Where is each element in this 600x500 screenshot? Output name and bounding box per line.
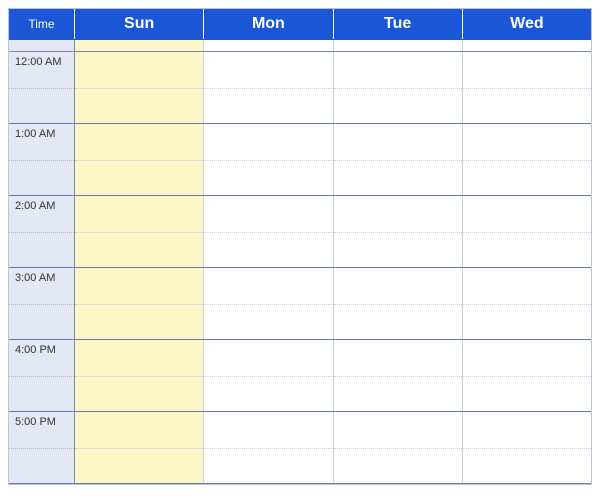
allday-cell-sun[interactable] [75,40,204,51]
hour-cell[interactable] [334,268,463,339]
hour-cell[interactable] [204,52,333,123]
hour-cell[interactable] [334,412,463,483]
header-day-tue[interactable]: Tue [334,9,463,39]
hour-row: 12:00 AM [9,52,591,124]
hour-cell[interactable] [75,340,204,411]
hour-row: 1:00 AM [9,124,591,196]
hour-time-label: 5:00 PM [9,412,75,483]
header-row: Time Sun Mon Tue Wed [9,9,591,40]
hour-row: 4:00 PM [9,340,591,412]
hour-cell[interactable] [204,124,333,195]
hour-time-label: 1:00 AM [9,124,75,195]
hour-cell[interactable] [334,52,463,123]
hour-cell[interactable] [204,412,333,483]
hours-container: 12:00 AM1:00 AM2:00 AM3:00 AM4:00 PM5:00… [9,52,591,484]
hour-cell[interactable] [75,268,204,339]
hour-cell[interactable] [463,340,591,411]
hour-time-label: 3:00 AM [9,268,75,339]
hour-cell[interactable] [75,412,204,483]
allday-cell-tue[interactable] [334,40,463,51]
hour-cell[interactable] [334,196,463,267]
hour-time-label: 2:00 AM [9,196,75,267]
hour-time-label: 4:00 PM [9,340,75,411]
hour-cell[interactable] [204,196,333,267]
header-day-mon[interactable]: Mon [204,9,333,39]
allday-row [9,40,591,52]
hour-cell[interactable] [204,340,333,411]
hour-time-label: 12:00 AM [9,52,75,123]
hour-cell[interactable] [75,196,204,267]
hour-row: 2:00 AM [9,196,591,268]
hour-cell[interactable] [463,268,591,339]
hour-row: 3:00 AM [9,268,591,340]
allday-cell-mon[interactable] [204,40,333,51]
allday-time-gutter [9,40,75,51]
calendar-grid: Time Sun Mon Tue Wed 12:00 AM1:00 AM2:00… [8,8,592,485]
hour-cell[interactable] [334,124,463,195]
hour-row: 5:00 PM [9,412,591,484]
hour-cell[interactable] [463,124,591,195]
hour-cell[interactable] [75,52,204,123]
hour-cell[interactable] [463,412,591,483]
hour-cell[interactable] [75,124,204,195]
allday-cell-wed[interactable] [463,40,591,51]
hour-cell[interactable] [463,52,591,123]
hour-cell[interactable] [463,196,591,267]
hour-cell[interactable] [334,340,463,411]
header-time-label: Time [9,9,75,39]
header-day-sun[interactable]: Sun [75,9,204,39]
hour-cell[interactable] [204,268,333,339]
header-day-wed[interactable]: Wed [463,9,591,39]
